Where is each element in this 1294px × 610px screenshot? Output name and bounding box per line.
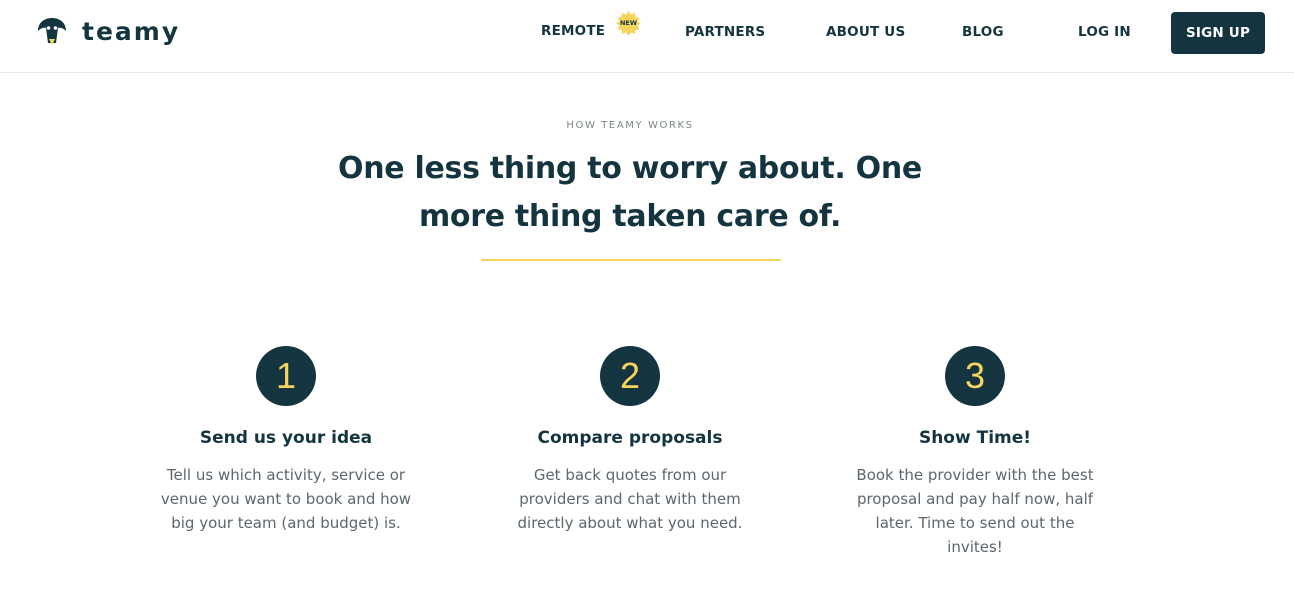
nav-log-in[interactable]: LOG IN — [1078, 24, 1131, 40]
step-number-badge: 3 — [945, 346, 1005, 406]
step-number-badge: 2 — [600, 346, 660, 406]
nav-about-us[interactable]: ABOUT US — [826, 24, 905, 40]
nav-blog[interactable]: BLOG — [962, 24, 1004, 40]
section-eyebrow: HOW TEAMY WORKS — [566, 120, 694, 131]
step-card: 2 Compare proposals Get back quotes from… — [485, 346, 775, 535]
penguin-icon — [36, 17, 68, 47]
step-card: 3 Show Time! Book the provider with the … — [830, 346, 1120, 559]
logo-link[interactable]: teamy — [36, 17, 180, 47]
sign-up-button[interactable]: SIGN UP — [1171, 12, 1265, 54]
section-headline: One less thing to worry about. One more … — [338, 151, 922, 234]
brand-name: teamy — [82, 17, 181, 46]
site-header: teamy REMOTE NEW PARTNERS ABOUT US BLOG … — [0, 0, 1294, 73]
nav-partners[interactable]: PARTNERS — [685, 24, 765, 40]
headline-divider — [481, 259, 781, 261]
step-card: 1 Send us your idea Tell us which activi… — [141, 346, 431, 535]
nav-remote[interactable]: REMOTE — [541, 23, 605, 39]
new-badge-label: NEW — [619, 19, 638, 27]
step-description: Tell us which activity, service or venue… — [160, 466, 412, 532]
step-title: Compare proposals — [537, 428, 723, 448]
step-description: Get back quotes from our providers and c… — [517, 466, 743, 532]
new-badge: NEW — [616, 11, 641, 36]
step-title: Send us your idea — [199, 428, 373, 448]
step-number-badge: 1 — [256, 346, 316, 406]
step-title: Show Time! — [918, 428, 1032, 448]
step-description: Book the provider with the best proposal… — [856, 466, 1094, 556]
